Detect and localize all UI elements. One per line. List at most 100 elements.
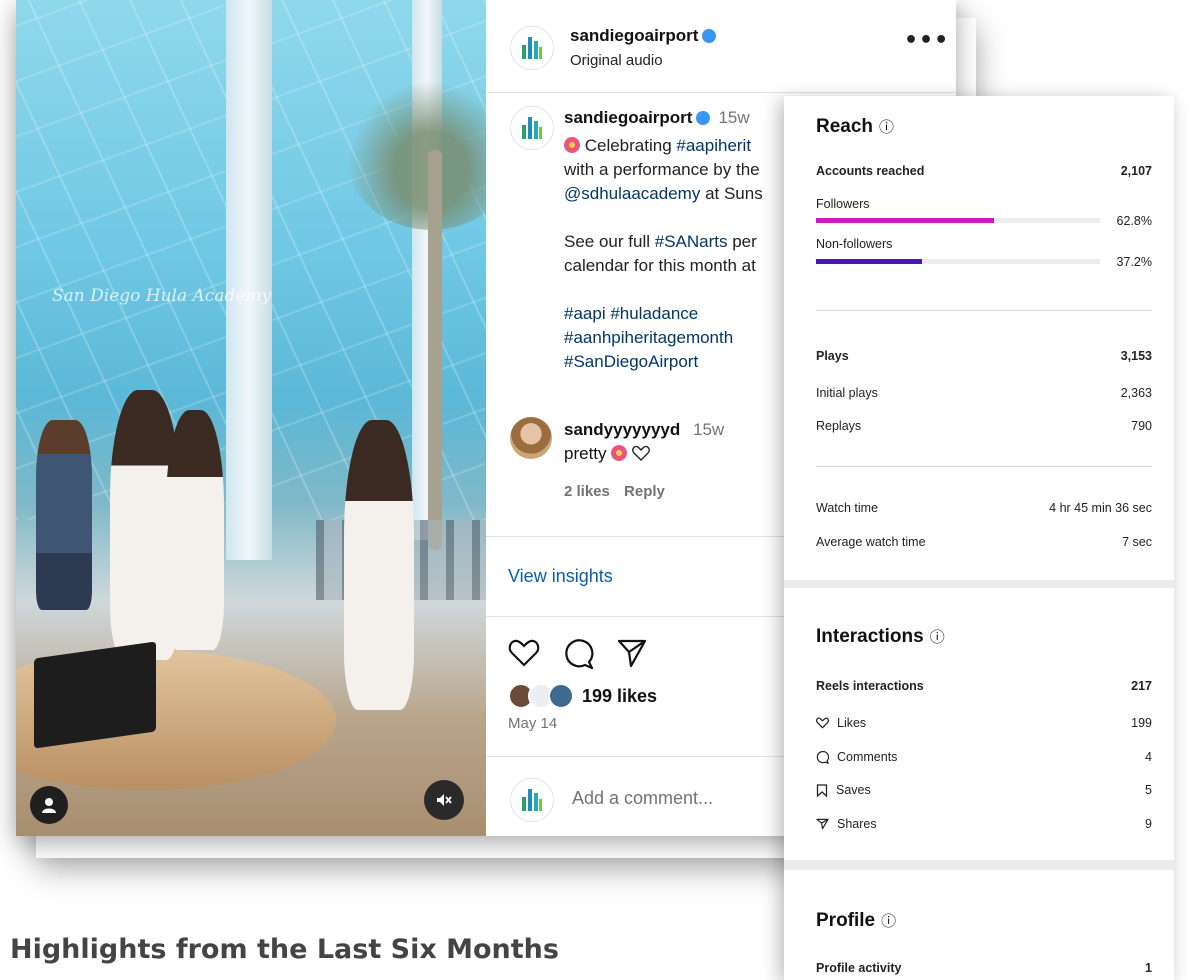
reels-interactions-row: Reels interactions 217 xyxy=(816,679,1152,693)
comment-meta: 2 likes Reply xyxy=(564,483,675,500)
accounts-reached-value: 2,107 xyxy=(1120,164,1152,178)
speaker xyxy=(34,641,156,749)
hashtag-link[interactable]: #aanhpiheritagemonth xyxy=(564,328,733,347)
comment-bubble-icon[interactable] xyxy=(562,638,594,670)
verified-badge-icon xyxy=(696,111,711,125)
plays-value: 3,153 xyxy=(1120,349,1152,363)
dancer xyxy=(344,420,414,710)
video-watermark: San Diego Hula Academy xyxy=(52,286,272,306)
saves-stat-label: Saves xyxy=(816,783,871,797)
post-header: sandiegoairport Original audio ••• xyxy=(486,0,956,93)
shares-stat-label: Shares xyxy=(816,817,877,831)
comments-stat-row: Comments 4 xyxy=(816,750,1152,764)
account-name[interactable]: sandiegoairport xyxy=(570,26,717,46)
likes-count[interactable]: 199 likes xyxy=(582,686,657,707)
dancer xyxy=(166,410,224,650)
replays-label: Replays xyxy=(816,419,862,433)
shares-stat-row: Shares 9 xyxy=(816,817,1152,831)
comment-text: pretty xyxy=(564,444,650,464)
airport-logo-icon xyxy=(522,789,542,811)
account-name-text[interactable]: sandiegoairport xyxy=(570,26,698,45)
caption-account-text[interactable]: sandiegoairport xyxy=(564,108,692,127)
divider xyxy=(816,310,1152,311)
followers-label: Followers xyxy=(816,197,870,211)
info-icon[interactable]: ⓘ xyxy=(881,913,896,930)
share-send-icon[interactable] xyxy=(616,638,648,668)
mute-button[interactable] xyxy=(424,780,464,820)
liker-avatar xyxy=(548,683,574,709)
likes-stat-label: Likes xyxy=(816,716,866,730)
flower-emoji-icon xyxy=(611,445,628,461)
commenter-avatar[interactable] xyxy=(510,417,552,459)
hashtag-link[interactable]: #SanDiegoAirport xyxy=(564,352,698,371)
caption-account[interactable]: sandiegoairport 15w xyxy=(564,108,750,128)
mention-link[interactable]: @sdhulaacademy xyxy=(564,184,700,203)
reel-video[interactable]: San Diego Hula Academy xyxy=(16,0,486,836)
reply-button[interactable]: Reply xyxy=(624,483,665,500)
nonfollowers-bar-fill xyxy=(816,259,922,264)
more-options-button[interactable]: ••• xyxy=(904,28,949,53)
profile-title-text: Profile xyxy=(816,910,876,931)
nonfollowers-bar xyxy=(816,259,1100,264)
commenter-self-avatar xyxy=(510,778,554,822)
divider xyxy=(816,466,1152,467)
commenter-name[interactable]: sandyyyyyyyd xyxy=(564,420,680,439)
caption-line: calendar for this month at xyxy=(564,256,756,275)
like-heart-icon[interactable] xyxy=(508,638,540,668)
replays-row: Replays 790 xyxy=(816,419,1152,433)
info-icon[interactable]: ⓘ xyxy=(879,119,894,136)
shares-stat-text: Shares xyxy=(837,817,877,831)
post-date: May 14 xyxy=(508,715,558,732)
reels-interactions-label: Reels interactions xyxy=(816,679,924,693)
insights-panel: Reach ⓘ Accounts reached 2,107 Followers … xyxy=(784,96,1174,980)
send-icon xyxy=(816,818,829,830)
profile-activity-label: Profile activity xyxy=(816,961,902,975)
profile-card: Profile ⓘ Profile activity 1 xyxy=(784,870,1174,980)
pillar xyxy=(226,0,272,560)
accounts-reached-row: Accounts reached 2,107 xyxy=(816,164,1152,178)
likes-stat-row: Likes 199 xyxy=(816,716,1152,730)
audio-label[interactable]: Original audio xyxy=(570,52,663,69)
followers-pct: 62.8% xyxy=(1116,214,1152,228)
view-insights-link[interactable]: View insights xyxy=(508,566,613,587)
caption-line: with a performance by the xyxy=(564,160,760,179)
profile-activity-row: Profile activity 1 xyxy=(816,961,1152,975)
reels-interactions-value: 217 xyxy=(1131,679,1152,693)
info-icon[interactable]: ⓘ xyxy=(930,629,945,646)
hashtag-link[interactable]: #aapiherit xyxy=(676,136,751,155)
caption-line: Celebrating xyxy=(580,136,677,155)
hashtag-link[interactable]: #SANarts xyxy=(655,232,728,251)
shares-stat-value: 9 xyxy=(1145,817,1152,831)
followers-bar-fill xyxy=(816,218,995,223)
caption-line: at Suns xyxy=(700,184,763,203)
saves-stat-row: Saves 5 xyxy=(816,783,1152,797)
speaker-muted-icon xyxy=(437,794,452,806)
saves-stat-value: 5 xyxy=(1145,783,1152,797)
likes-row[interactable]: 199 likes xyxy=(508,683,657,709)
airport-logo-icon xyxy=(522,37,542,59)
tagged-user-button[interactable] xyxy=(30,786,68,824)
profile-title: Profile ⓘ xyxy=(816,910,896,932)
initial-plays-label: Initial plays xyxy=(816,386,878,400)
likes-stat-text: Likes xyxy=(837,716,867,730)
ukulele-player xyxy=(36,420,92,610)
avg-watch-label: Average watch time xyxy=(816,535,926,549)
page-caption: Highlights from the Last Six Months xyxy=(10,934,559,965)
avg-watch-value: 7 sec xyxy=(1122,535,1152,549)
reach-title-text: Reach xyxy=(816,116,874,137)
comment-header: sandyyyyyyyd 15w xyxy=(564,420,724,440)
add-comment-input[interactable]: Add a comment... xyxy=(572,788,713,809)
followers-bar xyxy=(816,218,1100,223)
interactions-title: Interactions ⓘ xyxy=(816,626,945,648)
nonfollowers-pct: 37.2% xyxy=(1116,255,1152,269)
comment-likes[interactable]: 2 likes xyxy=(564,483,610,500)
account-avatar[interactable] xyxy=(510,26,554,70)
hashtag-link[interactable]: #aapi #huladance xyxy=(564,304,698,323)
comment-body: pretty xyxy=(564,444,607,463)
reach-card: Reach ⓘ Accounts reached 2,107 Followers … xyxy=(784,96,1174,580)
comments-stat-text: Comments xyxy=(837,750,898,764)
caption-line: See our full xyxy=(564,232,655,251)
interactions-title-text: Interactions xyxy=(816,626,924,647)
watch-time-row: Watch time 4 hr 45 min 36 sec xyxy=(816,501,1152,515)
caption-avatar[interactable] xyxy=(510,106,554,150)
